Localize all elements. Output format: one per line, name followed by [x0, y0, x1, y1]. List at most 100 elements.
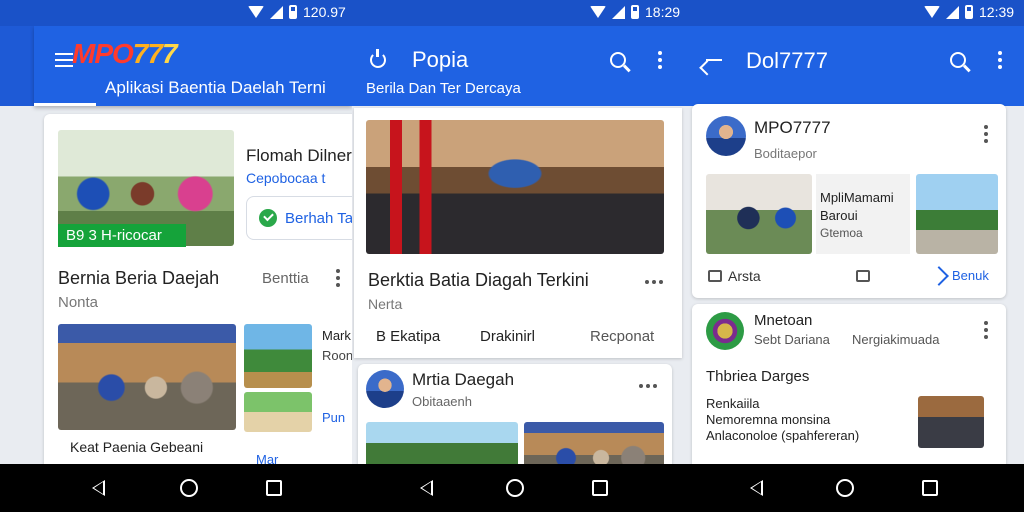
post-heading: Thbriea Darges — [706, 368, 810, 385]
recents-icon[interactable] — [266, 480, 282, 496]
home-icon[interactable] — [506, 479, 524, 497]
post-inset[interactable]: MpliMamami Baroui Gtemoa — [816, 174, 910, 254]
section-more-icon[interactable] — [324, 264, 352, 292]
post-card: MPO7777 Boditaepor MpliMamami Baroui Gte… — [692, 104, 1006, 298]
action-button-1[interactable]: Arsta — [708, 268, 761, 284]
post-avatar[interactable] — [366, 370, 404, 408]
comment-button[interactable] — [856, 270, 870, 282]
search-icon — [610, 52, 626, 68]
headline-card: Berktia Batia Diagah Terkini Nerta B Eka… — [354, 108, 682, 358]
status-bar: 120.97 18:29 12:39 — [0, 0, 1024, 26]
app-logo: MPO777 — [72, 38, 177, 70]
status-group-2: 18:29 — [590, 4, 680, 20]
logo-part: MPO — [72, 38, 134, 69]
app-bar: Dol7777 — [686, 26, 1024, 106]
post-avatar[interactable] — [706, 116, 746, 156]
post-author[interactable]: MPO7777 — [754, 118, 831, 138]
comment-icon — [856, 270, 870, 282]
post-photo-2[interactable] — [916, 174, 998, 254]
battery-icon — [965, 5, 973, 19]
post-avatar[interactable] — [706, 312, 744, 350]
app-bar-subtitle: Berila Dan Ter Dercaya — [366, 80, 521, 97]
inset-line: Baroui — [820, 208, 858, 223]
post-photo-1[interactable] — [366, 422, 518, 464]
search-icon — [950, 52, 966, 68]
logo-part: 7 — [161, 38, 178, 69]
headline-meta: Nerta — [368, 296, 403, 312]
inset-title: MpliMamami — [820, 190, 894, 205]
screenshot-stage: 120.97 18:29 12:39 MPO777 Aplikasi Baent… — [0, 0, 1024, 512]
headline-title[interactable]: Berktia Batia Diagah Terkini — [368, 270, 589, 291]
side-line: Roon — [322, 348, 352, 363]
post-photo[interactable] — [918, 396, 984, 448]
action-label: Benuk — [952, 268, 989, 283]
search-button[interactable] — [944, 46, 972, 74]
post-photo-2[interactable] — [524, 422, 664, 464]
side-caption[interactable]: Mar — [256, 452, 278, 464]
feed-card: B9 3 H-ricocar Flomah Dilnera Cepobocaa … — [44, 114, 352, 464]
overflow-menu-button[interactable] — [986, 46, 1014, 74]
side-photo-2[interactable] — [244, 392, 312, 432]
app-tagline: Aplikasi Baentia Daelah Terni — [105, 78, 326, 97]
battery-icon — [289, 5, 297, 19]
post-author[interactable]: Mnetoan — [754, 312, 812, 329]
back-icon[interactable] — [420, 480, 433, 496]
arrow-left-icon — [706, 58, 722, 62]
tab-1[interactable]: B Ekatipa — [376, 328, 440, 345]
home-icon[interactable] — [836, 479, 854, 497]
featured-action-label: Berhah Ta — [285, 209, 352, 227]
wifi-icon — [924, 6, 940, 18]
headline-photo[interactable] — [366, 120, 664, 254]
back-icon[interactable] — [92, 480, 105, 496]
status-group-1: 120.97 — [248, 4, 346, 20]
app-bar: Popia Berila Dan Ter Dercaya — [352, 26, 686, 106]
search-button[interactable] — [604, 46, 632, 74]
share-button[interactable]: Benuk — [929, 265, 989, 286]
status-time: 18:29 — [645, 4, 681, 20]
post-photo-1[interactable] — [706, 174, 812, 254]
tab-2[interactable]: Drakinirl — [480, 328, 535, 345]
headline-more-icon[interactable] — [640, 268, 668, 296]
inset-line: Gtemoa — [820, 226, 863, 240]
post-more-icon[interactable] — [972, 120, 1000, 148]
screen-news: Popia Berila Dan Ter Dercaya Berktia Bat… — [352, 26, 686, 464]
hamburger-icon — [55, 53, 73, 67]
side-line: Pun — [322, 410, 346, 425]
power-button[interactable] — [364, 46, 392, 74]
tab-indicator — [34, 103, 96, 106]
side-photo-1[interactable] — [244, 324, 312, 388]
logo-part: 77 — [132, 38, 163, 69]
status-group-3: 12:39 — [924, 4, 1014, 20]
signal-icon — [270, 5, 283, 19]
navigation-bar — [0, 464, 1024, 512]
story-caption[interactable]: Keat Paenia Gebeani — [70, 439, 203, 455]
post-more-icon[interactable] — [634, 372, 662, 400]
overflow-menu-button[interactable] — [646, 46, 674, 74]
post-more-icon[interactable] — [972, 316, 1000, 344]
story-photo[interactable] — [58, 324, 236, 430]
wifi-icon — [248, 6, 264, 18]
app-bar: MPO777 Aplikasi Baentia Daelah Terni — [0, 26, 352, 106]
app-bar-title: Popia — [412, 47, 469, 72]
status-time: 120.97 — [303, 4, 346, 20]
back-icon[interactable] — [750, 480, 763, 496]
home-icon[interactable] — [180, 479, 198, 497]
post-line: Renkaiila — [706, 396, 760, 411]
section-more-link[interactable]: Benttia — [262, 270, 309, 287]
recents-icon[interactable] — [592, 480, 608, 496]
post-card: Mnetoan Sebt Dariana Nergiakimuada Thbri… — [692, 304, 1006, 464]
post-sub: Nergiakimuada — [852, 332, 940, 347]
featured-meta: Cepobocaa t — [246, 170, 326, 186]
post-line: Anlaconoloe (spahfereran) — [706, 428, 860, 443]
recents-icon[interactable] — [922, 480, 938, 496]
section-subtitle: Nonta — [58, 294, 99, 311]
back-button[interactable] — [700, 46, 728, 74]
battery-icon — [631, 5, 639, 19]
featured-title[interactable]: Flomah Dilnera — [246, 146, 352, 166]
side-title[interactable]: Mark — [322, 328, 351, 343]
post-sub: Boditaepor — [754, 146, 817, 161]
tab-3[interactable]: Recponat — [590, 328, 654, 345]
featured-action-button[interactable]: Berhah Ta — [246, 196, 352, 240]
post-author[interactable]: Mrtia Daegah — [412, 370, 514, 390]
post-sub: Sebt Dariana — [754, 332, 830, 347]
